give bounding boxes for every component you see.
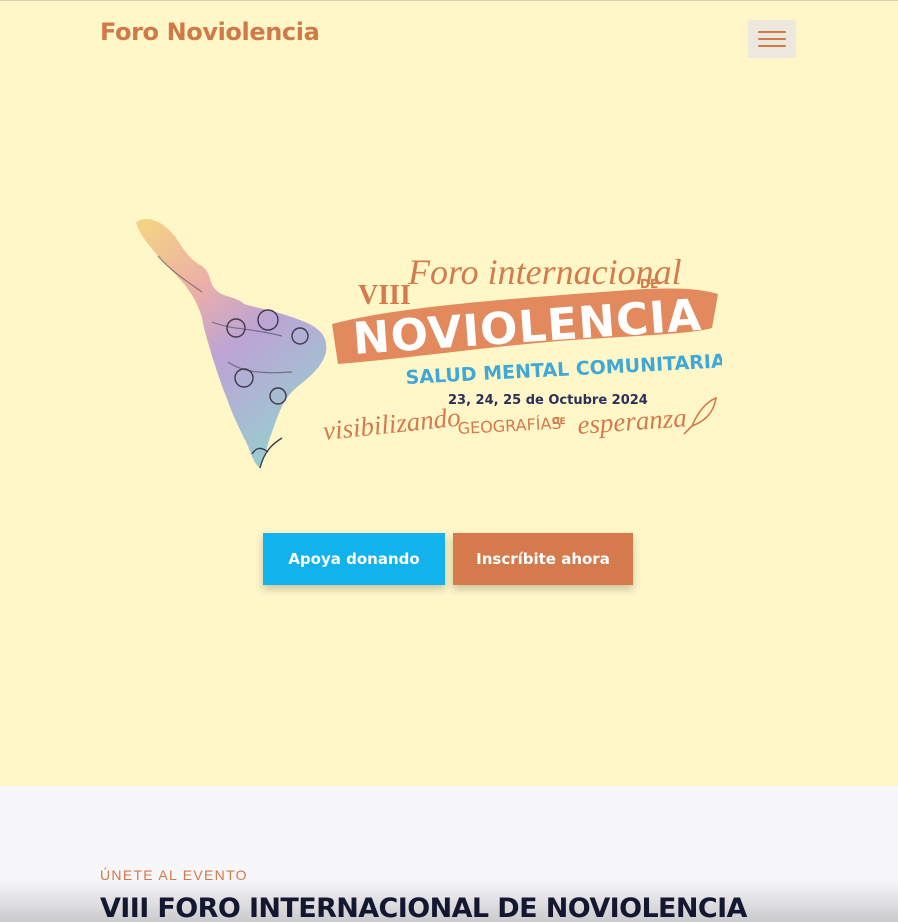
register-button[interactable]: Inscríbite ahora xyxy=(453,533,633,585)
navbar: Foro Noviolencia xyxy=(0,0,898,80)
hamburger-icon-line xyxy=(758,31,786,33)
brand-logo-link[interactable]: Foro Noviolencia xyxy=(100,18,320,46)
hamburger-icon-line xyxy=(758,45,786,47)
logo-tagline-2: GEOGRAFÍAS xyxy=(457,414,562,438)
section-title: VIII FORO INTERNACIONAL DE NOVIOLENCIA xyxy=(100,893,747,922)
logo-tagline-3: esperanza xyxy=(576,402,687,440)
logo-tagline-1: visibilizando xyxy=(321,402,461,446)
section-eyebrow: ÚNETE AL EVENTO xyxy=(100,867,248,883)
leaf-icon xyxy=(683,396,718,435)
logo-dates: 23, 24, 25 de Octubre 2024 xyxy=(448,393,648,408)
section-title-prefix: VIII FORO INTERNACIONAL DE xyxy=(100,893,546,922)
logo-edition: VIII xyxy=(358,280,411,311)
section-title-highlight: NOVIOLENCIA xyxy=(545,893,748,922)
latin-america-map-illustration xyxy=(136,219,327,469)
menu-toggle-button[interactable] xyxy=(748,20,796,58)
logo-tagline-de: DE xyxy=(552,417,566,427)
donate-button[interactable]: Apoya donando xyxy=(263,533,445,585)
hamburger-icon-line xyxy=(758,38,786,40)
event-logo: VIII Foro internacional DE NOVIOLENCIA S… xyxy=(136,219,722,469)
